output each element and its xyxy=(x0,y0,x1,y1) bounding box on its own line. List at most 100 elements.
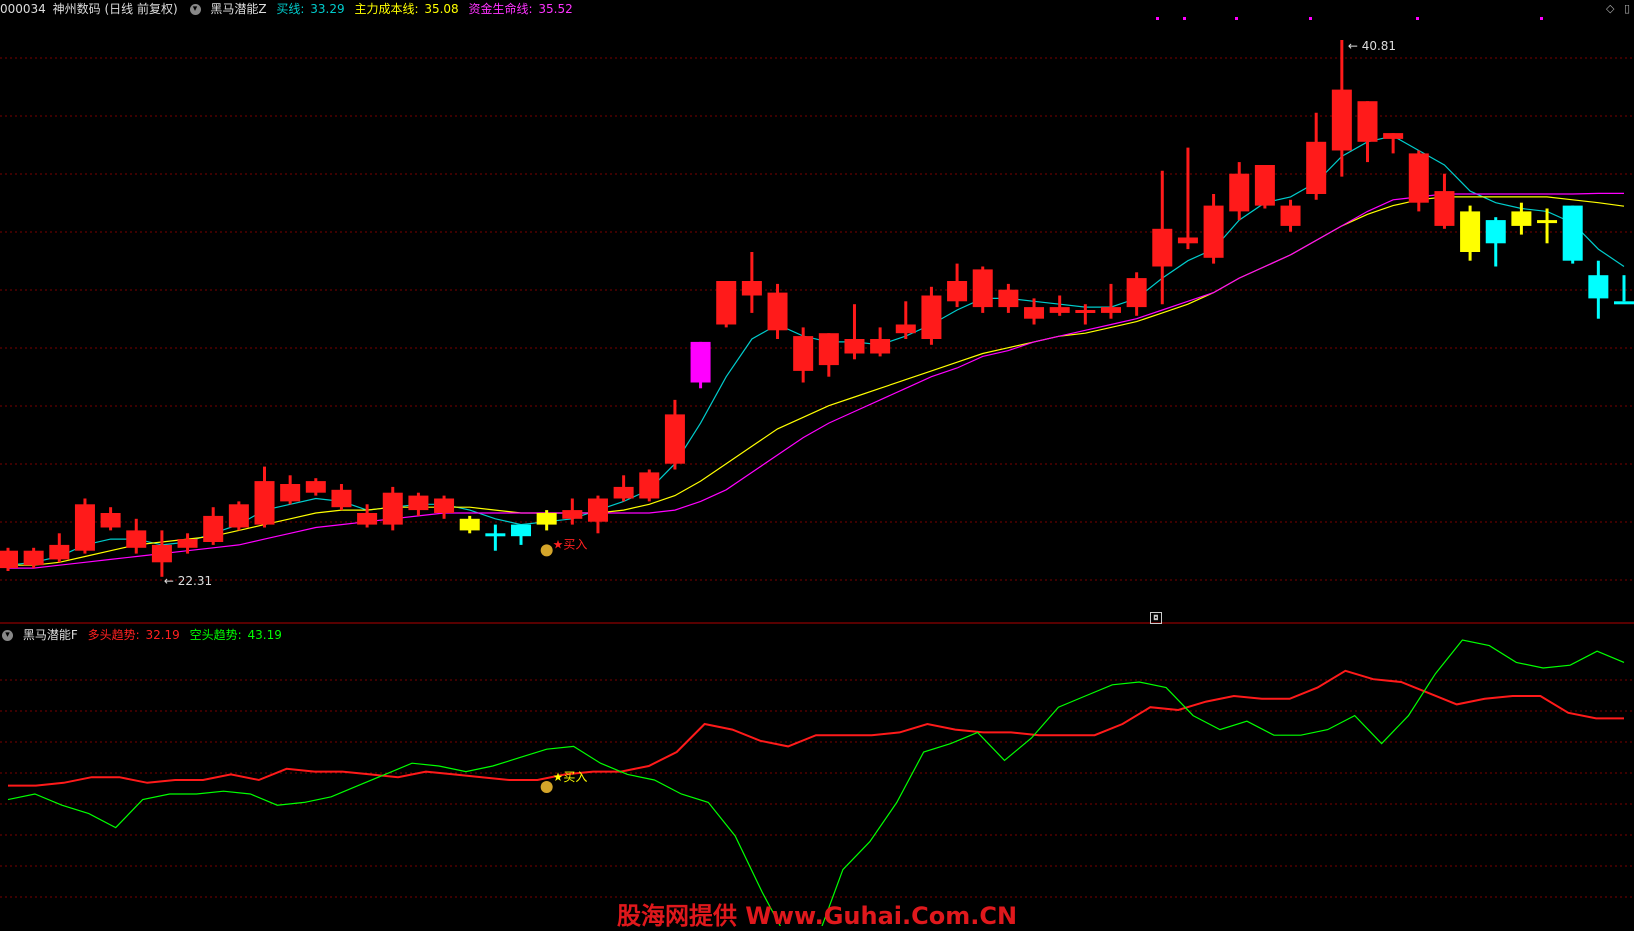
diamond-icon[interactable]: ◇ xyxy=(1606,2,1614,15)
candle xyxy=(741,252,762,313)
chart-canvas[interactable]: ← 40.81 ← 22.31 ★买入 ★买入 xyxy=(0,0,1634,931)
candle-body xyxy=(254,481,275,525)
candle xyxy=(921,286,942,345)
candle-body xyxy=(1613,301,1634,305)
bear-trend-value: 43.19 xyxy=(247,628,282,642)
candle-body xyxy=(459,518,480,531)
candle-body xyxy=(0,550,19,569)
bear-trend-label: 空头趋势: xyxy=(189,628,242,642)
candle-body xyxy=(639,472,660,499)
candle-body xyxy=(280,484,301,502)
candle xyxy=(716,281,737,328)
panel-resize-icon[interactable]: ◘ xyxy=(1150,612,1162,624)
candle xyxy=(998,283,1019,313)
period-label: (日线 前复权) xyxy=(104,2,178,16)
candle-body xyxy=(408,495,429,511)
chart-stage: ← 40.81 ← 22.31 ★买入 ★买入 000034 神州数码 (日线 前复权… xyxy=(0,0,1634,931)
signal-dot xyxy=(1156,17,1159,20)
candle xyxy=(947,263,968,308)
candle-body xyxy=(716,281,737,325)
candle xyxy=(818,333,839,377)
candle xyxy=(1331,40,1352,177)
candle xyxy=(0,547,19,571)
candle xyxy=(562,498,583,525)
candle-body xyxy=(1049,307,1070,313)
candle xyxy=(331,484,352,511)
candle xyxy=(511,524,532,545)
sub-buy-signal-label: ★买入 xyxy=(553,770,588,784)
window-icon[interactable]: ▯ xyxy=(1624,2,1630,15)
candle xyxy=(305,478,326,496)
candle-body xyxy=(562,510,583,519)
candle-body xyxy=(1511,211,1532,226)
low-price-label: ← 22.31 xyxy=(164,574,212,588)
candle xyxy=(1306,112,1327,200)
candle xyxy=(254,466,275,528)
candle-body xyxy=(1537,220,1558,224)
candle xyxy=(459,515,480,534)
candle xyxy=(434,495,455,519)
candle xyxy=(1537,208,1558,244)
indicator-name[interactable]: 黑马潜能Z xyxy=(210,2,266,16)
indicator-toggle-icon[interactable]: ▾ xyxy=(189,4,201,15)
candle-body xyxy=(1383,133,1404,139)
candle-body xyxy=(1152,228,1173,267)
candle-body xyxy=(1434,191,1455,226)
candle-body xyxy=(434,498,455,513)
ma-line-2 xyxy=(8,192,1624,569)
candle xyxy=(1280,199,1301,232)
candle-body xyxy=(1024,307,1045,319)
candle xyxy=(228,501,249,531)
candle-body xyxy=(690,341,711,383)
buy-signal-label: ★买入 xyxy=(553,537,588,551)
sub-indicator-name[interactable]: 黑马潜能F xyxy=(23,628,78,642)
candle-body xyxy=(1100,307,1121,313)
candle xyxy=(844,304,865,360)
candle-body xyxy=(1203,205,1224,258)
candle xyxy=(485,524,506,551)
money-bag-icon xyxy=(540,544,553,557)
signal-dot xyxy=(1416,17,1419,20)
candle xyxy=(1357,101,1378,163)
candle xyxy=(664,399,685,470)
bull-trend-label: 多头趋势: xyxy=(87,628,140,642)
signal-dot xyxy=(1235,17,1238,20)
candle xyxy=(203,507,224,545)
candle-body xyxy=(1562,205,1583,261)
candle-body xyxy=(23,550,44,566)
capital-label: 资金生命线: xyxy=(468,2,533,16)
candle-body xyxy=(74,504,95,551)
candle-body xyxy=(126,530,147,548)
candle-body xyxy=(1306,141,1327,194)
candle-body xyxy=(1460,211,1481,252)
signal-dot xyxy=(1540,17,1543,20)
candle-body xyxy=(741,281,762,296)
candle-body xyxy=(1588,275,1609,299)
candle xyxy=(49,533,70,563)
candle xyxy=(972,266,993,313)
candle-body xyxy=(844,339,865,354)
signal-dot xyxy=(1309,17,1312,20)
candle-body xyxy=(228,504,249,528)
candle-body xyxy=(382,492,403,525)
candle-body xyxy=(972,269,993,308)
candle-body xyxy=(1075,310,1096,313)
high-price-label: ← 40.81 xyxy=(1348,39,1396,53)
sub-indicator-toggle-icon[interactable]: ▾ xyxy=(2,630,13,641)
candle xyxy=(1562,205,1583,264)
sub-money-bag-icon xyxy=(540,781,553,793)
candle-body xyxy=(1254,165,1275,206)
candle-body xyxy=(1126,278,1147,308)
candle xyxy=(1485,217,1506,267)
candle-body xyxy=(177,539,198,548)
candle xyxy=(1434,173,1455,229)
top-right-icons: ◇ ▯ xyxy=(1600,2,1630,15)
candle-body xyxy=(613,486,634,499)
candle xyxy=(408,492,429,516)
candle-body xyxy=(793,336,814,371)
candle-body xyxy=(947,281,968,302)
main-header: 000034 神州数码 (日线 前复权) ▾ 黑马潜能Z 买线: 33.29 主… xyxy=(0,0,579,18)
candle xyxy=(280,475,301,505)
candle-body xyxy=(1357,101,1378,142)
candle xyxy=(793,327,814,383)
